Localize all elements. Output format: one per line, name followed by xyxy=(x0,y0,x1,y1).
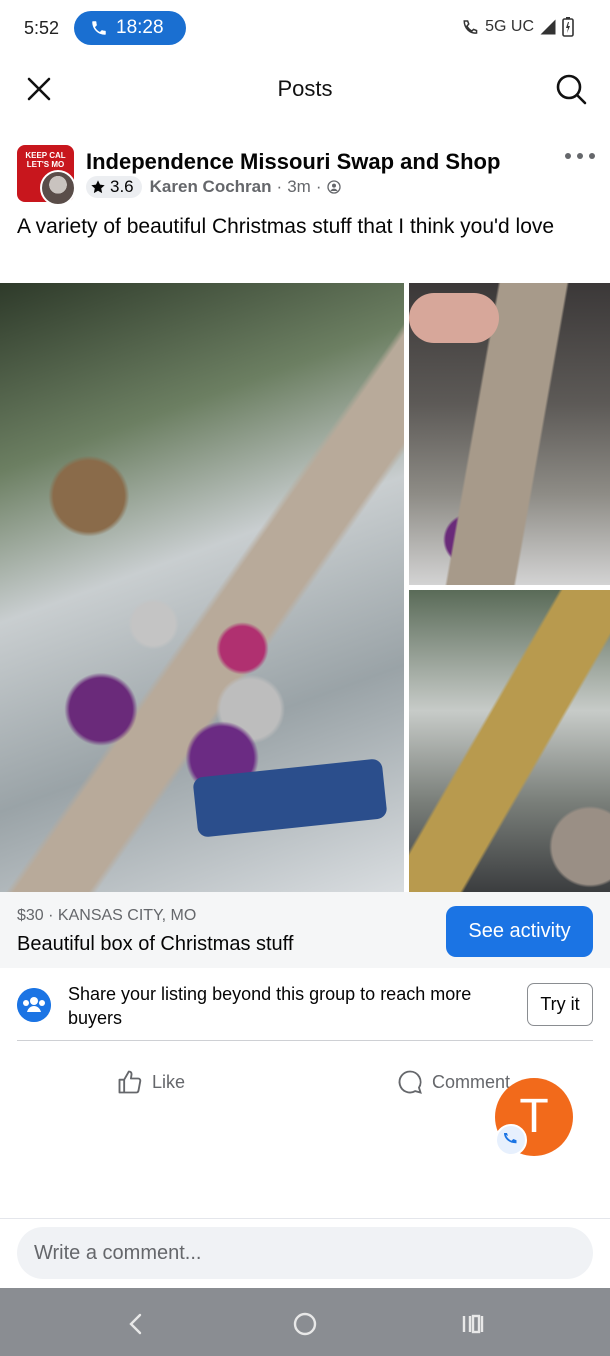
network-type: 5G UC xyxy=(485,18,534,35)
battery-icon xyxy=(562,17,574,37)
post-header: KEEP CAL LET'S MO Independence Missouri … xyxy=(0,140,610,210)
comment-label: Comment xyxy=(432,1071,511,1092)
author-name[interactable]: Karen Cochran xyxy=(150,177,272,197)
like-label: Like xyxy=(152,1071,186,1092)
comment-button[interactable]: Comment xyxy=(396,1068,510,1096)
system-nav-bar xyxy=(0,1288,610,1356)
photo-bottom-right[interactable] xyxy=(409,590,610,892)
like-button[interactable]: Like xyxy=(116,1068,185,1096)
back-icon[interactable] xyxy=(122,1310,150,1338)
page-title: Posts xyxy=(277,76,333,101)
share-text: Share your listing beyond this group to … xyxy=(68,984,472,1028)
home-icon[interactable] xyxy=(291,1310,319,1338)
search-icon[interactable] xyxy=(554,72,588,106)
post-time: 3m xyxy=(287,177,311,196)
top-app-bar: Posts xyxy=(0,56,610,122)
photo-grid xyxy=(0,283,610,892)
group-avatar-text: KEEP CAL LET'S MO xyxy=(25,151,66,169)
signal-icon xyxy=(540,19,556,35)
author-avatar[interactable] xyxy=(40,170,76,206)
ongoing-call-pill[interactable]: 18:28 xyxy=(74,11,186,45)
photo-main[interactable] xyxy=(0,283,404,892)
listing-bar: $30 · KANSAS CITY, MO Beautiful box of C… xyxy=(0,892,610,968)
try-it-button[interactable]: Try it xyxy=(527,983,593,1026)
comment-icon xyxy=(398,1070,422,1094)
more-options-icon[interactable] xyxy=(565,148,595,164)
group-name[interactable]: Independence Missouri Swap and Shop xyxy=(86,149,500,175)
divider xyxy=(0,1218,610,1219)
call-timer: 18:28 xyxy=(116,17,164,38)
status-bar: 5:52 18:28 5G UC xyxy=(0,0,610,56)
thumbs-up-icon xyxy=(118,1070,142,1094)
meta-separator: · xyxy=(315,177,322,196)
listing-title[interactable]: Beautiful box of Christmas stuff xyxy=(17,933,293,956)
price-location: $30 · KANSAS CITY, MO xyxy=(17,907,197,924)
star-icon xyxy=(91,180,105,194)
recents-icon[interactable] xyxy=(459,1310,487,1338)
divider xyxy=(17,1040,593,1041)
wifi-calling-icon xyxy=(463,20,478,34)
seller-rating-badge[interactable]: 3.6 xyxy=(86,176,142,198)
people-icon xyxy=(17,988,51,1022)
status-icons: 5G UC xyxy=(462,17,574,37)
call-badge-icon xyxy=(495,1124,527,1156)
phone-icon xyxy=(92,21,106,35)
see-activity-button[interactable]: See activity xyxy=(446,906,593,957)
photo-top-right[interactable] xyxy=(409,283,610,585)
share-banner: Share your listing beyond this group to … xyxy=(0,968,610,1040)
meta-separator: · xyxy=(276,177,283,196)
post-text: A variety of beautiful Christmas stuff t… xyxy=(17,215,555,238)
rating-value: 3.6 xyxy=(110,177,134,196)
status-time: 5:52 xyxy=(24,18,60,38)
comment-input[interactable] xyxy=(17,1227,593,1279)
group-privacy-icon xyxy=(327,180,342,194)
post-meta: 3.6 Karen Cochran · 3m · xyxy=(86,176,342,198)
